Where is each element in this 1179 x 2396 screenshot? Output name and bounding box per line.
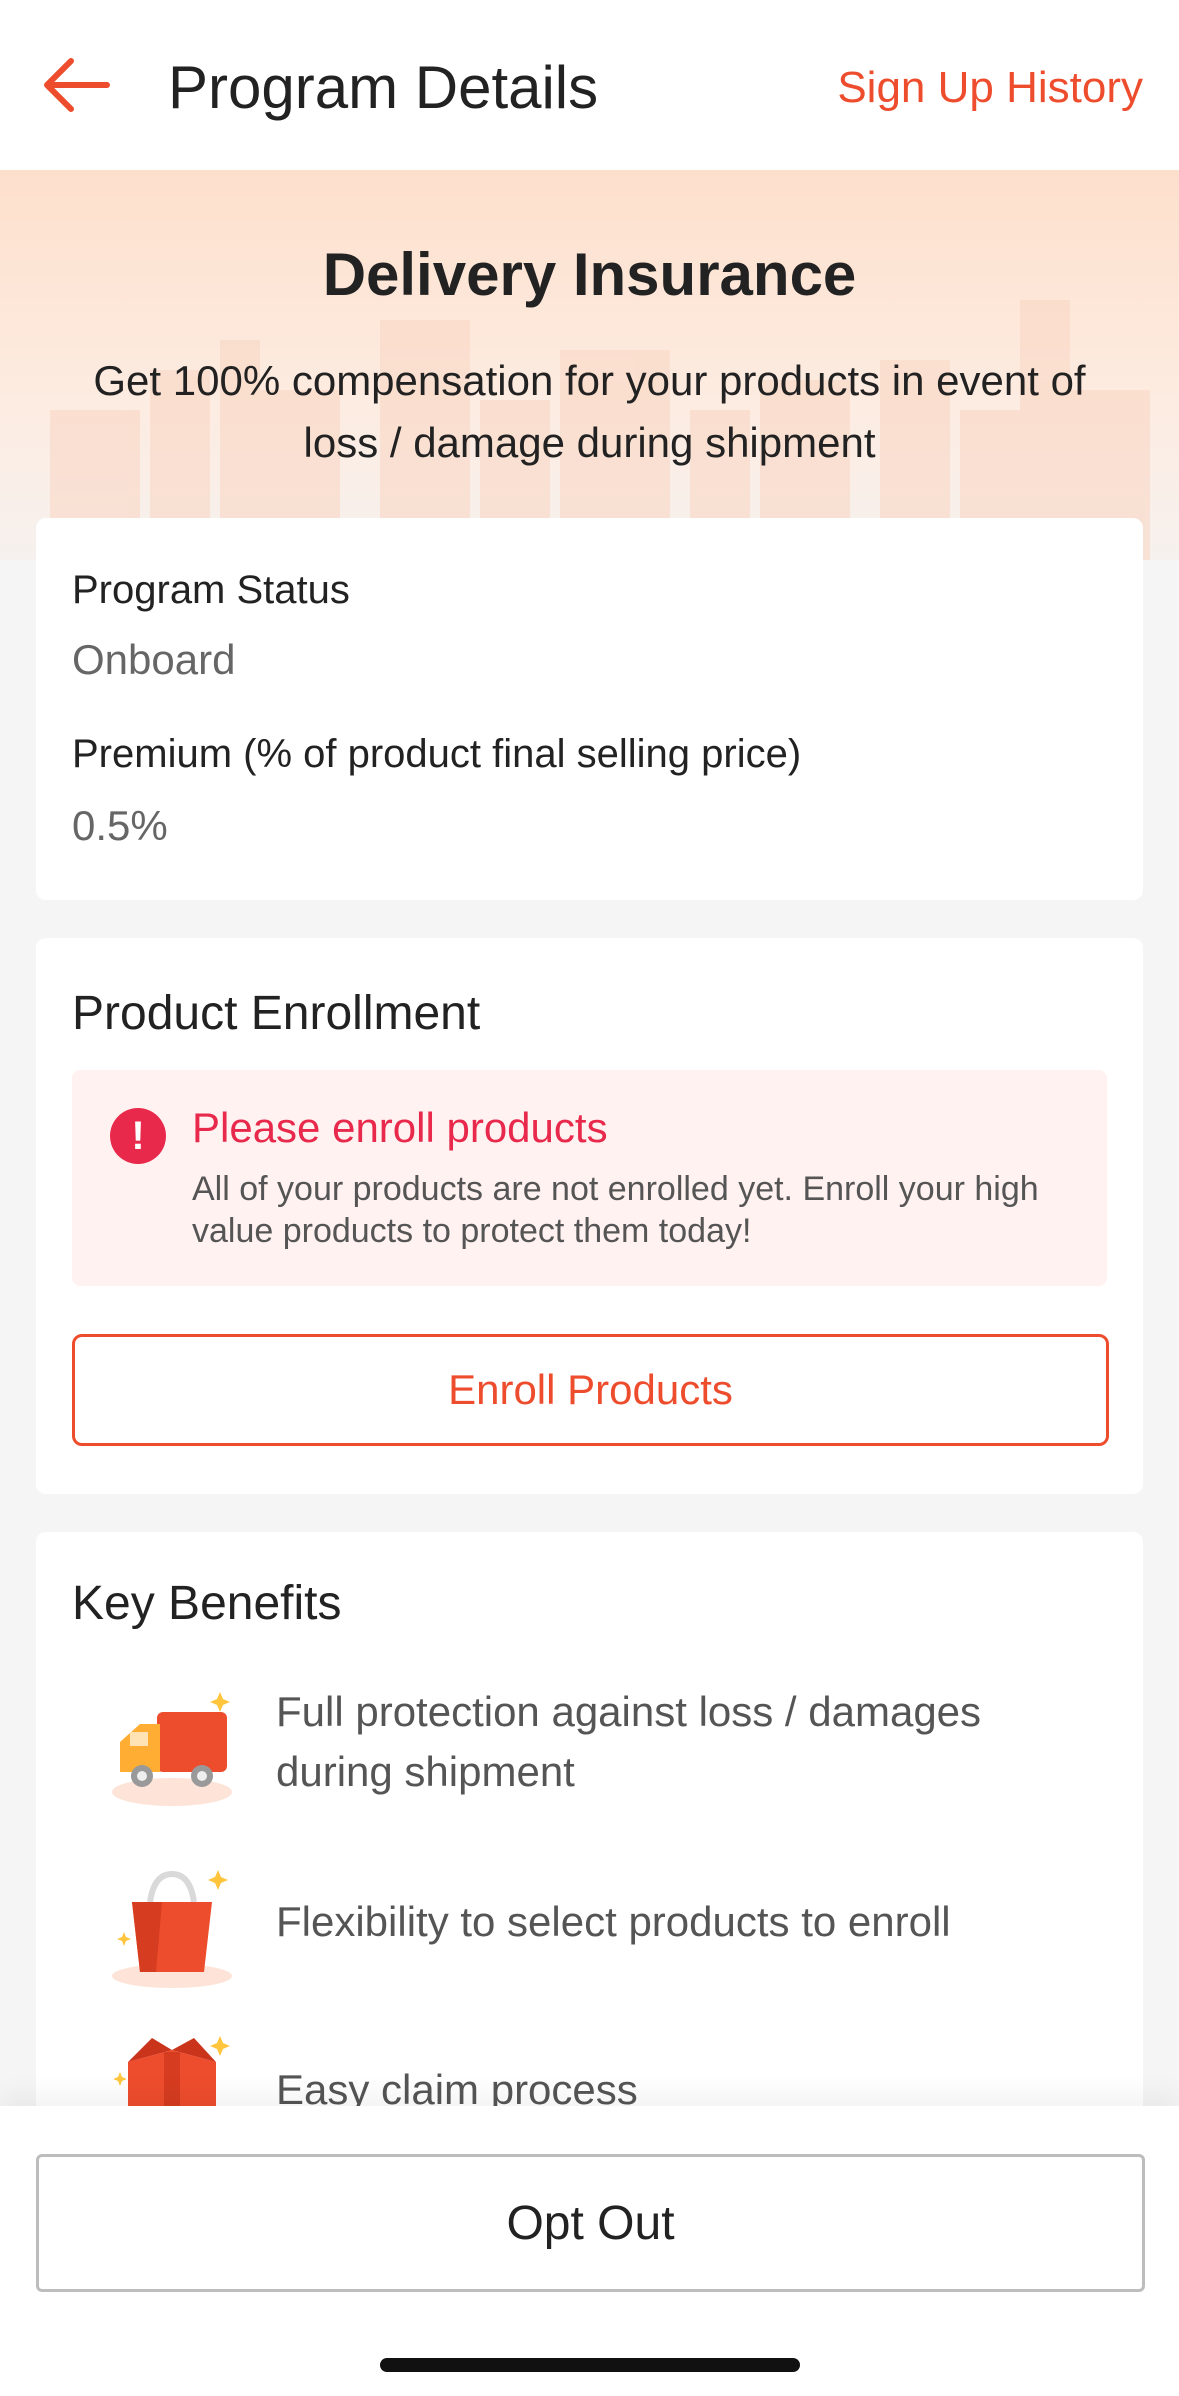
program-status-label: Program Status bbox=[72, 568, 350, 612]
benefits-title: Key Benefits bbox=[72, 1577, 342, 1630]
program-status-value: Onboard bbox=[72, 636, 236, 683]
back-arrow-icon bbox=[44, 58, 110, 112]
opt-out-button[interactable]: Opt Out bbox=[36, 2154, 1145, 2292]
enroll-products-button[interactable]: Enroll Products bbox=[72, 1334, 1109, 1446]
hero-title: Delivery Insurance bbox=[322, 241, 857, 308]
home-indicator[interactable] bbox=[380, 2358, 800, 2372]
back-button[interactable] bbox=[36, 50, 116, 120]
enroll-alert-banner: ! Please enroll products All of your pro… bbox=[72, 1070, 1107, 1286]
benefit-text: Flexibility to select products to enroll bbox=[276, 1898, 951, 1945]
truck-icon bbox=[112, 1692, 232, 1806]
enrollment-title: Product Enrollment bbox=[72, 987, 481, 1040]
bottom-action-bar: Opt Out bbox=[0, 2106, 1179, 2396]
warning-icon: ! bbox=[110, 1108, 166, 1164]
alert-message: All of your products are not enrolled ye… bbox=[192, 1170, 1039, 1250]
sign-up-history-link[interactable]: Sign Up History bbox=[837, 56, 1143, 120]
hero-banner: Delivery Insurance Get 100% compensation… bbox=[0, 170, 1179, 560]
product-enrollment-card: Product Enrollment ! Please enroll produ… bbox=[36, 938, 1143, 1494]
top-nav-bar: Program Details Sign Up History bbox=[0, 0, 1179, 170]
page-title: Program Details bbox=[168, 54, 599, 121]
premium-value: 0.5% bbox=[72, 802, 168, 849]
shopping-bag-icon bbox=[112, 1870, 232, 1988]
benefit-text: Full protection against loss / damages d… bbox=[276, 1688, 982, 1795]
alert-title: Please enroll products bbox=[192, 1104, 608, 1151]
program-status-card: Program Status Onboard Premium (% of pro… bbox=[36, 518, 1143, 900]
hero-subtitle: Get 100% compensation for your products … bbox=[93, 357, 1086, 466]
premium-label: Premium (% of product final selling pric… bbox=[72, 732, 802, 776]
